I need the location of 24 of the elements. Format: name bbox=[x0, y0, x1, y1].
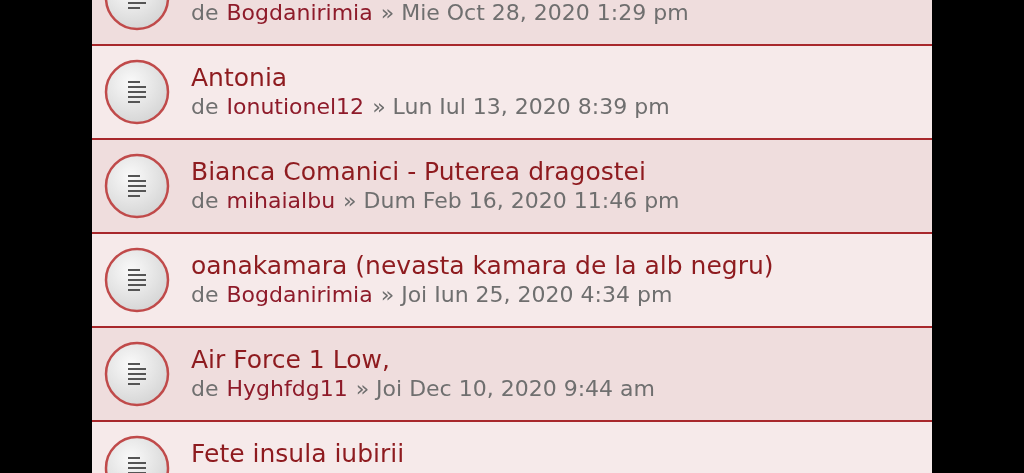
post-date: » Lun Iul 13, 2020 8:39 pm bbox=[372, 93, 670, 121]
author-link[interactable]: Ionutionel12 bbox=[226, 93, 365, 121]
topic-icon bbox=[104, 153, 170, 219]
by-label: de bbox=[191, 0, 219, 27]
topic-title-link[interactable]: Antonia bbox=[191, 63, 670, 93]
author-link[interactable]: Hyghfdg11 bbox=[226, 375, 348, 403]
topic-title-link[interactable]: Bianca Comanici - Puterea dragostei bbox=[191, 157, 680, 187]
topic-icon bbox=[104, 341, 170, 407]
by-label: de bbox=[191, 281, 219, 309]
topic-title-link[interactable]: oanakamara (nevasta kamara de la alb negru) bbox=[191, 251, 774, 281]
topic-icon bbox=[104, 59, 170, 125]
author-link[interactable]: Bogdanirimia bbox=[226, 0, 373, 27]
author-link[interactable]: Bogdanirimia bbox=[226, 281, 373, 309]
by-label: de bbox=[191, 93, 219, 121]
by-label: de bbox=[191, 187, 219, 215]
post-date: » Joi Iun 25, 2020 4:34 pm bbox=[380, 281, 673, 309]
topic-title-link[interactable]: Air Force 1 Low, bbox=[191, 345, 655, 375]
author-link[interactable]: mihaialbu bbox=[226, 187, 336, 215]
post-date: » Dum Feb 16, 2020 11:46 pm bbox=[343, 187, 680, 215]
topic-icon bbox=[104, 247, 170, 313]
post-date: » Joi Dec 10, 2020 9:44 am bbox=[355, 375, 655, 403]
by-label: de bbox=[191, 375, 219, 403]
topic-title-link[interactable]: Fete insula iubirii bbox=[191, 439, 405, 469]
post-date: » Mie Oct 28, 2020 1:29 pm bbox=[380, 0, 689, 27]
